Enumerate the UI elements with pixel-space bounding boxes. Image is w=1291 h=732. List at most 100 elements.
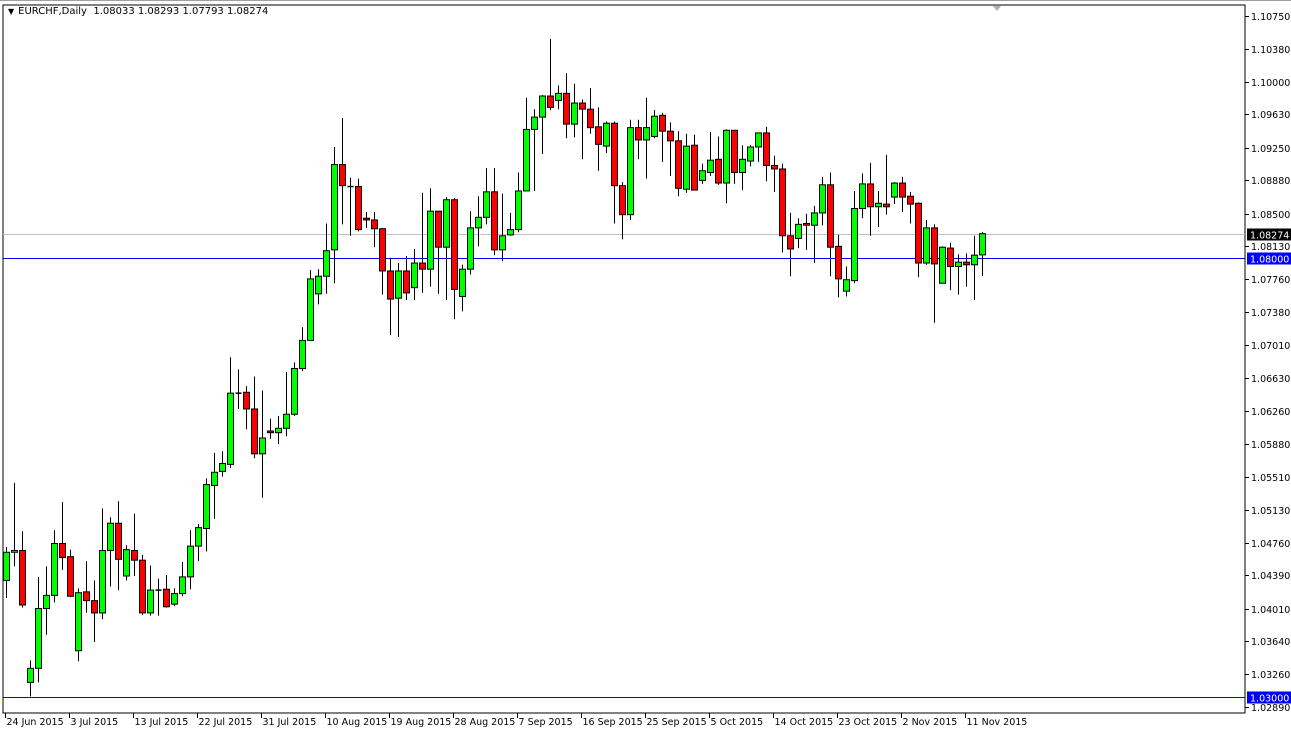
candle-bullish xyxy=(940,247,946,283)
candle-bullish xyxy=(124,550,130,576)
y-tick-label: 1.03640 xyxy=(1251,637,1290,648)
candle-bullish xyxy=(332,165,338,250)
candle-bullish xyxy=(532,117,538,129)
candle-bullish xyxy=(524,129,530,191)
candle-bullish xyxy=(260,438,266,454)
candle-bullish xyxy=(516,191,522,230)
candle-bullish xyxy=(148,590,154,613)
candle-bearish xyxy=(868,184,874,207)
candle-bullish xyxy=(860,184,866,209)
candle-bullish xyxy=(428,211,434,269)
y-tick-label: 1.03260 xyxy=(1251,670,1290,681)
candle-bullish xyxy=(172,594,178,605)
candle-bearish xyxy=(596,127,602,145)
y-tick-label: 1.05880 xyxy=(1251,440,1290,451)
y-tick-label: 1.09250 xyxy=(1251,144,1290,155)
candlestick-chart[interactable]: 1.107501.103801.100001.096301.092501.088… xyxy=(0,1,1291,732)
candle-bullish xyxy=(812,213,818,225)
candle-bullish xyxy=(396,271,402,298)
y-tick-label: 1.07760 xyxy=(1251,275,1290,286)
candle-bearish xyxy=(828,185,834,247)
candle-bearish xyxy=(716,159,722,183)
symbol-label: EURCHF,Daily xyxy=(18,6,87,17)
candle-bullish xyxy=(980,234,986,255)
candle-bullish xyxy=(324,251,330,276)
x-tick-label: 3 Jul 2015 xyxy=(71,717,119,728)
candle-bearish xyxy=(836,246,842,279)
candle-bearish xyxy=(372,220,378,229)
triangle-down-icon[interactable]: ▼ xyxy=(8,7,14,16)
candle-bearish xyxy=(900,183,906,197)
x-tick-label: 24 Jun 2015 xyxy=(7,717,64,728)
candle-bullish xyxy=(180,577,186,594)
candle-bullish xyxy=(540,96,546,117)
candle-bullish xyxy=(604,123,610,146)
candle-bearish xyxy=(364,218,370,220)
y-tick-label: 1.08500 xyxy=(1251,210,1290,221)
x-tick-label: 28 Aug 2015 xyxy=(455,717,516,728)
chart-header: ▼EURCHF,Daily 1.08033 1.08293 1.07793 1.… xyxy=(8,6,268,17)
x-tick-label: 23 Oct 2015 xyxy=(839,717,898,728)
x-tick-label: 16 Sep 2015 xyxy=(583,717,643,728)
candle-bullish xyxy=(188,546,194,577)
y-tick-label: 1.04390 xyxy=(1251,571,1290,582)
candle-bearish xyxy=(772,165,778,169)
y-tick-label: 1.09630 xyxy=(1251,110,1290,121)
candle-bearish xyxy=(908,196,914,204)
candle-bullish xyxy=(628,128,634,215)
x-tick-label: 11 Nov 2015 xyxy=(967,717,1028,728)
close-value: 1.08274 xyxy=(227,6,268,17)
candle-bullish xyxy=(892,183,898,197)
candle-bullish xyxy=(108,523,114,550)
candle-bearish xyxy=(660,115,666,131)
candle-bearish xyxy=(356,187,362,230)
y-tick-label: 1.10750 xyxy=(1251,12,1290,23)
horizontal-line-tag: 1.03000 xyxy=(1250,694,1289,705)
y-tick-label: 1.08880 xyxy=(1251,176,1290,187)
x-tick-label: 14 Oct 2015 xyxy=(775,717,834,728)
candle-bearish xyxy=(692,145,698,190)
horizontal-line-tag: 1.08000 xyxy=(1250,255,1289,266)
candle-bearish xyxy=(764,133,770,166)
candle-bullish xyxy=(12,551,18,553)
candle-bullish xyxy=(700,171,706,181)
candle-bullish xyxy=(100,551,106,613)
candle-bearish xyxy=(252,409,258,454)
x-tick-label: 10 Aug 2015 xyxy=(327,717,388,728)
candle-bullish xyxy=(724,130,730,183)
y-tick-label: 1.02890 xyxy=(1251,703,1290,714)
candle-bullish xyxy=(644,128,650,140)
candle-bearish xyxy=(564,93,570,124)
candle-bearish xyxy=(884,204,890,207)
candle-bearish xyxy=(636,128,642,140)
candle-bearish xyxy=(92,601,98,613)
candle-bearish xyxy=(780,169,786,236)
candle-bearish xyxy=(964,262,970,265)
candle-bullish xyxy=(852,209,858,281)
candle-bullish xyxy=(444,200,450,247)
candle-bullish xyxy=(220,463,226,471)
candle-bearish xyxy=(492,192,498,250)
candle-bearish xyxy=(588,109,594,127)
candle-bullish xyxy=(196,528,202,546)
candle-bearish xyxy=(452,200,458,290)
candle-bearish xyxy=(676,141,682,188)
candle-bullish xyxy=(276,428,282,432)
candle-bullish xyxy=(652,116,658,136)
candle-bullish xyxy=(228,393,234,464)
candle-bullish xyxy=(500,236,506,250)
current-price-tag: 1.08274 xyxy=(1250,231,1289,242)
candle-bullish xyxy=(204,485,210,529)
candle-bullish xyxy=(316,276,322,294)
candle-bearish xyxy=(132,551,138,561)
x-tick-label: 25 Sep 2015 xyxy=(647,717,707,728)
candle-bullish xyxy=(308,279,314,341)
candle-bearish xyxy=(68,557,74,597)
y-tick-label: 1.07010 xyxy=(1251,341,1290,352)
x-tick-label: 13 Jul 2015 xyxy=(135,717,189,728)
candle-bullish xyxy=(796,224,802,238)
candle-bearish xyxy=(380,229,386,271)
candle-bearish xyxy=(580,103,586,109)
x-tick-label: 22 Jul 2015 xyxy=(199,717,253,728)
candle-bearish xyxy=(804,223,810,225)
